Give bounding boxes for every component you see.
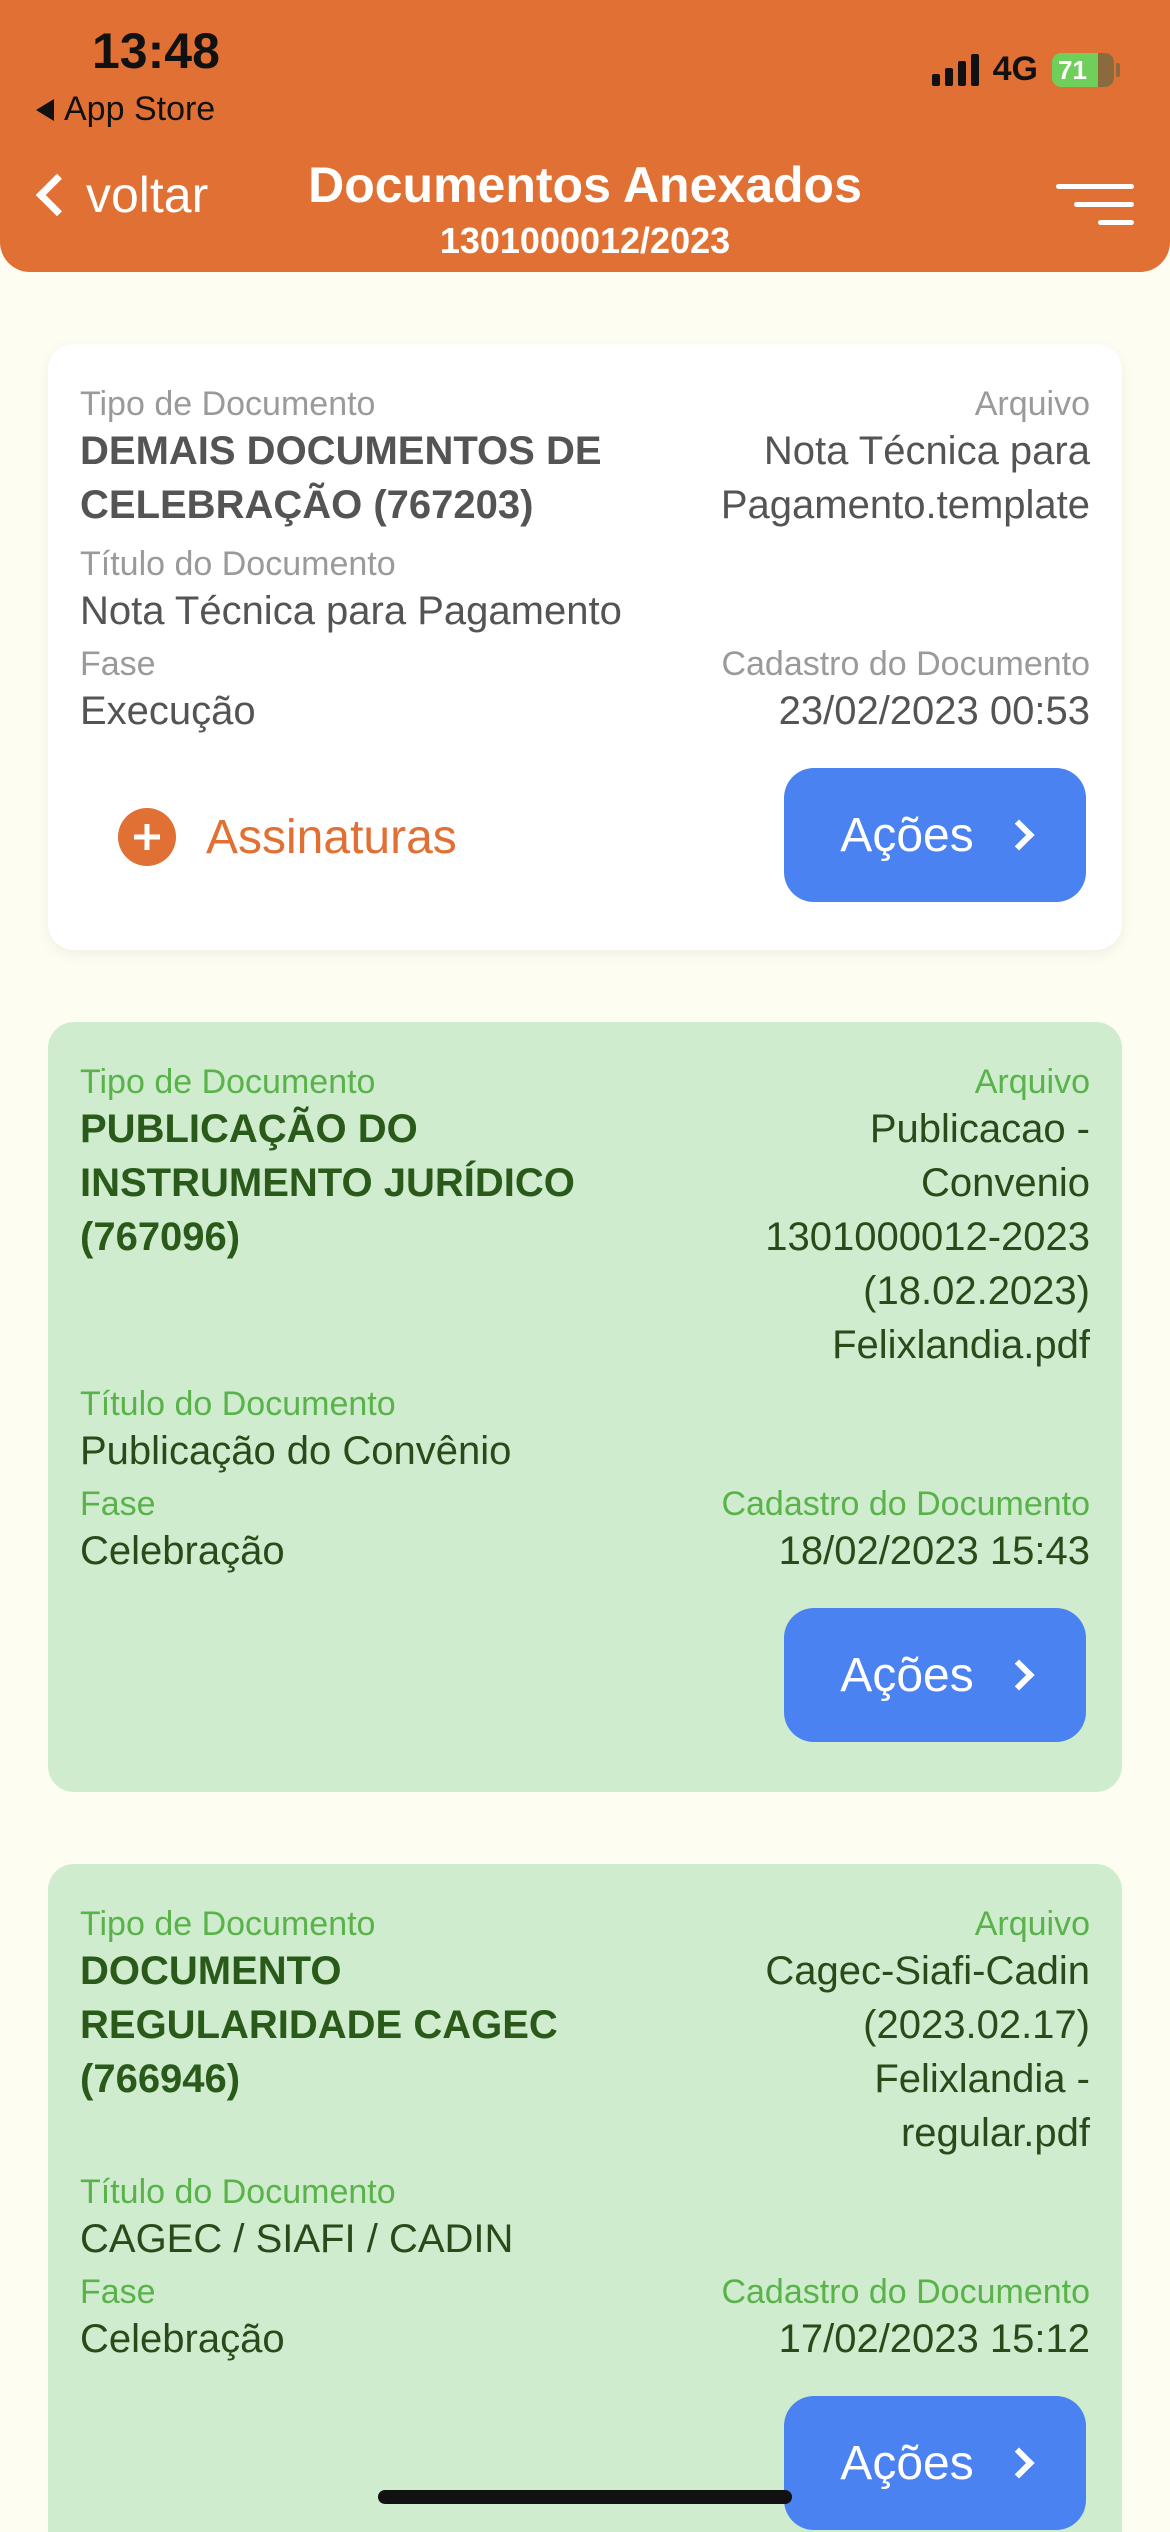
cadastro-label: Cadastro do Documento <box>721 645 1090 683</box>
arquivo-value: Nota Técnica para Pagamento.template <box>720 429 1090 527</box>
tipo-value: PUBLICAÇÃO DO INSTRUMENTO JURÍDICO (7670… <box>80 1107 575 1259</box>
chevron-right-icon <box>1003 2447 1035 2479</box>
arquivo-label: Arquivo <box>974 1905 1090 1943</box>
acoes-button[interactable]: Ações <box>784 2396 1086 2530</box>
titulo-value: CAGEC / SIAFI / CADIN <box>80 2217 514 2261</box>
battery-icon: 71 <box>1052 52 1120 87</box>
home-indicator[interactable] <box>378 2490 792 2504</box>
arquivo-value: Cagec-Siafi-Cadin (2023.02.17) Felixland… <box>765 1949 1090 2155</box>
titulo-label: Título do Documento <box>80 1385 396 1423</box>
back-app-label: App Store <box>64 90 216 128</box>
titulo-label: Título do Documento <box>80 2173 396 2211</box>
tipo-label: Tipo de Documento <box>80 1905 376 1943</box>
fase-value: Celebração <box>80 1529 285 1573</box>
cadastro-label: Cadastro do Documento <box>721 2273 1090 2311</box>
fase-label: Fase <box>80 2273 156 2311</box>
fase-value: Execução <box>80 689 256 733</box>
titulo-value: Publicação do Convênio <box>80 1429 512 1473</box>
app-header: 13:48 App Store 4G 71 voltar Documentos … <box>0 0 1170 272</box>
status-indicators: 4G 71 <box>931 50 1120 89</box>
assinaturas-button[interactable]: Assinaturas <box>118 808 457 866</box>
tipo-value: DEMAIS DOCUMENTOS DE CELEBRAÇÃO (767203) <box>80 429 602 527</box>
document-card: Tipo de Documento PUBLICAÇÃO DO INSTRUME… <box>48 1022 1122 1792</box>
signal-icon <box>931 53 979 86</box>
filter-icon[interactable] <box>1054 180 1134 230</box>
page-subtitle: 1301000012/2023 <box>439 220 731 261</box>
fase-label: Fase <box>80 645 156 683</box>
acoes-button[interactable]: Ações <box>784 1608 1086 1742</box>
page-title: Documentos Anexados <box>308 157 862 213</box>
fase-label: Fase <box>80 1485 156 1523</box>
acoes-label: Ações <box>840 1648 974 1702</box>
titulo-label: Título do Documento <box>80 545 396 583</box>
titulo-value: Nota Técnica para Pagamento <box>80 589 622 633</box>
add-circle-icon <box>118 808 176 866</box>
document-card: Tipo de Documento DOCUMENTO REGULARIDADE… <box>48 1864 1122 2532</box>
arquivo-label: Arquivo <box>974 1063 1090 1101</box>
acoes-label: Ações <box>840 808 974 862</box>
back-triangle-icon <box>36 98 54 121</box>
cadastro-value: 17/02/2023 15:12 <box>778 2317 1090 2361</box>
acoes-label: Ações <box>840 2436 974 2490</box>
assinaturas-label: Assinaturas <box>206 810 457 864</box>
network-label: 4G <box>992 50 1038 88</box>
acoes-button[interactable]: Ações <box>784 768 1086 902</box>
chevron-right-icon <box>1003 1659 1035 1691</box>
tipo-label: Tipo de Documento <box>80 385 376 423</box>
fase-value: Celebração <box>80 2317 285 2361</box>
arquivo-label: Arquivo <box>974 385 1090 423</box>
document-card: Tipo de Documento DEMAIS DOCUMENTOS DE C… <box>48 344 1122 950</box>
chevron-right-icon <box>1003 819 1035 851</box>
back-to-app-store[interactable]: App Store <box>36 90 215 129</box>
arquivo-value: Publicacao - Convenio 1301000012-2023 (1… <box>765 1107 1090 1367</box>
tipo-label: Tipo de Documento <box>80 1063 376 1101</box>
status-time: 13:48 <box>92 23 220 79</box>
cadastro-label: Cadastro do Documento <box>721 1485 1090 1523</box>
battery-level: 71 <box>1058 54 1087 85</box>
tipo-value: DOCUMENTO REGULARIDADE CAGEC (766946) <box>80 1949 558 2101</box>
cadastro-value: 18/02/2023 15:43 <box>778 1529 1090 1573</box>
cadastro-value: 23/02/2023 00:53 <box>778 689 1090 733</box>
